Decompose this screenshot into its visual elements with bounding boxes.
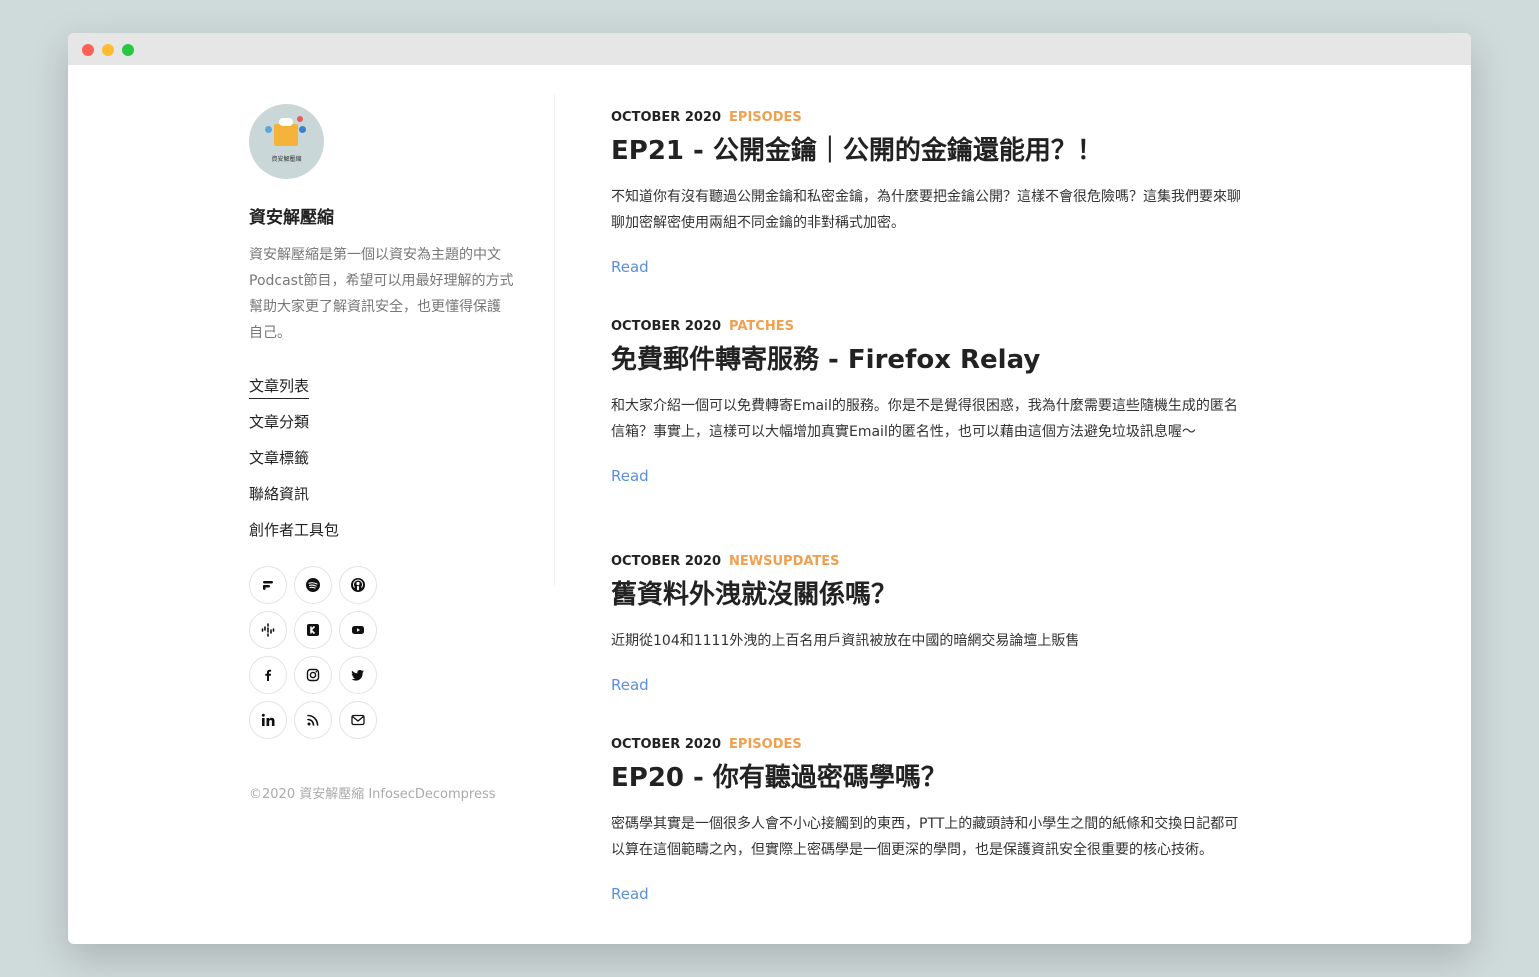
nav-item-label: 創作者工具包 — [249, 521, 340, 539]
read-link[interactable]: Read — [611, 256, 1251, 278]
read-link[interactable]: Read — [611, 674, 1251, 696]
firstory-icon[interactable] — [249, 566, 287, 604]
site-description: 資安解壓縮是第一個以資安為主題的中文Podcast節目，希望可以用最好理解的方式… — [249, 247, 514, 341]
close-window-button[interactable] — [82, 44, 94, 56]
apple-podcasts-icon[interactable] — [339, 566, 377, 604]
alert-icon — [297, 116, 303, 122]
instagram-icon[interactable] — [294, 656, 332, 694]
post-item: OCTOBER 2020 EPISODES EP21 - 公開金鑰｜公開的金鑰還能… — [611, 108, 1251, 317]
sidebar-divider — [554, 95, 555, 585]
post-excerpt: 和大家介紹一個可以免費轉寄Email的服務。你是不是覺得很困惑，我為什麼需要這些… — [611, 398, 1238, 440]
post-item: OCTOBER 2020 EPISODES EP20 - 你有聽過密碼學嗎？ 密碼… — [611, 735, 1251, 905]
post-meta: OCTOBER 2020 PATCHES — [611, 317, 1251, 337]
avatar-caption: 資安解壓縮 — [271, 156, 302, 163]
nav-item-creator-kit[interactable]: 創作者工具包 — [249, 512, 514, 548]
post-title[interactable]: 舊資料外洩就沒關係嗎？ — [611, 576, 1251, 614]
post-date: OCTOBER 2020 — [611, 737, 722, 752]
linkedin-icon[interactable] — [249, 701, 287, 739]
post-category[interactable]: NEWSUPDATES — [729, 554, 840, 569]
nav-item-label: 聯絡資訊 — [249, 485, 310, 503]
nav-item-label: 文章列表 — [249, 377, 310, 399]
nav-item-posts[interactable]: 文章列表 — [249, 368, 514, 404]
twitter-icon[interactable] — [339, 656, 377, 694]
post-list: OCTOBER 2020 EPISODES EP21 - 公開金鑰｜公開的金鑰還能… — [611, 108, 1251, 905]
read-link[interactable]: Read — [611, 883, 1251, 905]
post-excerpt: 近期從104和1111外洩的上百名用戶資訊被放在中國的暗網交易論壇上販售 — [611, 633, 1080, 649]
key-icon — [299, 126, 306, 133]
lock-icon — [265, 126, 272, 133]
spotify-icon[interactable] — [294, 566, 332, 604]
rss-icon[interactable] — [294, 701, 332, 739]
post-excerpt: 不知道你有沒有聽過公開金鑰和私密金鑰，為什麼要把金鑰公開？這樣不會很危險嗎？這集… — [611, 189, 1241, 231]
post-meta: OCTOBER 2020 NEWSUPDATES — [611, 552, 1251, 572]
nav-item-categories[interactable]: 文章分類 — [249, 404, 514, 440]
cloud-icon — [279, 118, 293, 126]
post-meta: OCTOBER 2020 EPISODES — [611, 108, 1251, 128]
nav-item-label: 文章分類 — [249, 413, 310, 431]
google-podcasts-icon[interactable] — [249, 611, 287, 649]
window-titlebar — [68, 33, 1471, 65]
browser-window: 資安解壓縮 資安解壓縮 資安解壓縮是第一個以資安為主題的中文Podcast節目，… — [68, 33, 1471, 944]
nav-item-contact[interactable]: 聯絡資訊 — [249, 476, 514, 512]
post-category[interactable]: EPISODES — [729, 110, 802, 125]
read-link[interactable]: Read — [611, 465, 1251, 487]
social-links — [249, 566, 514, 739]
facebook-icon[interactable] — [249, 656, 287, 694]
kkbox-icon[interactable] — [294, 611, 332, 649]
post-meta: OCTOBER 2020 EPISODES — [611, 735, 1251, 755]
post-date: OCTOBER 2020 — [611, 554, 722, 569]
post-title[interactable]: EP20 - 你有聽過密碼學嗎？ — [611, 759, 1251, 797]
post-item: OCTOBER 2020 PATCHES 免費郵件轉寄服務 - Firefox R… — [611, 317, 1251, 552]
maximize-window-button[interactable] — [122, 44, 134, 56]
post-category[interactable]: PATCHES — [729, 319, 794, 334]
email-icon[interactable] — [339, 701, 377, 739]
sidebar-nav: 文章列表 文章分類 文章標籤 聯絡資訊 創作者工具包 — [249, 368, 514, 548]
post-category[interactable]: EPISODES — [729, 737, 802, 752]
site-title[interactable]: 資安解壓縮 — [249, 203, 514, 228]
book-icon — [274, 124, 298, 146]
post-title[interactable]: EP21 - 公開金鑰｜公開的金鑰還能用？！ — [611, 132, 1251, 170]
post-date: OCTOBER 2020 — [611, 110, 722, 125]
nav-item-label: 文章標籤 — [249, 449, 310, 467]
site-avatar[interactable]: 資安解壓縮 — [249, 104, 324, 179]
minimize-window-button[interactable] — [102, 44, 114, 56]
youtube-icon[interactable] — [339, 611, 377, 649]
nav-item-tags[interactable]: 文章標籤 — [249, 440, 514, 476]
post-title[interactable]: 免費郵件轉寄服務 - Firefox Relay — [611, 341, 1251, 379]
sidebar: 資安解壓縮 資安解壓縮 資安解壓縮是第一個以資安為主題的中文Podcast節目，… — [249, 104, 514, 802]
post-date: OCTOBER 2020 — [611, 319, 722, 334]
post-item: OCTOBER 2020 NEWSUPDATES 舊資料外洩就沒關係嗎？ 近期從1… — [611, 552, 1251, 735]
post-excerpt: 密碼學其實是一個很多人會不小心接觸到的東西，PTT上的藏頭詩和小學生之間的紙條和… — [611, 816, 1239, 858]
copyright: ©2020 資安解壓縮 InfosecDecompress — [249, 787, 496, 802]
